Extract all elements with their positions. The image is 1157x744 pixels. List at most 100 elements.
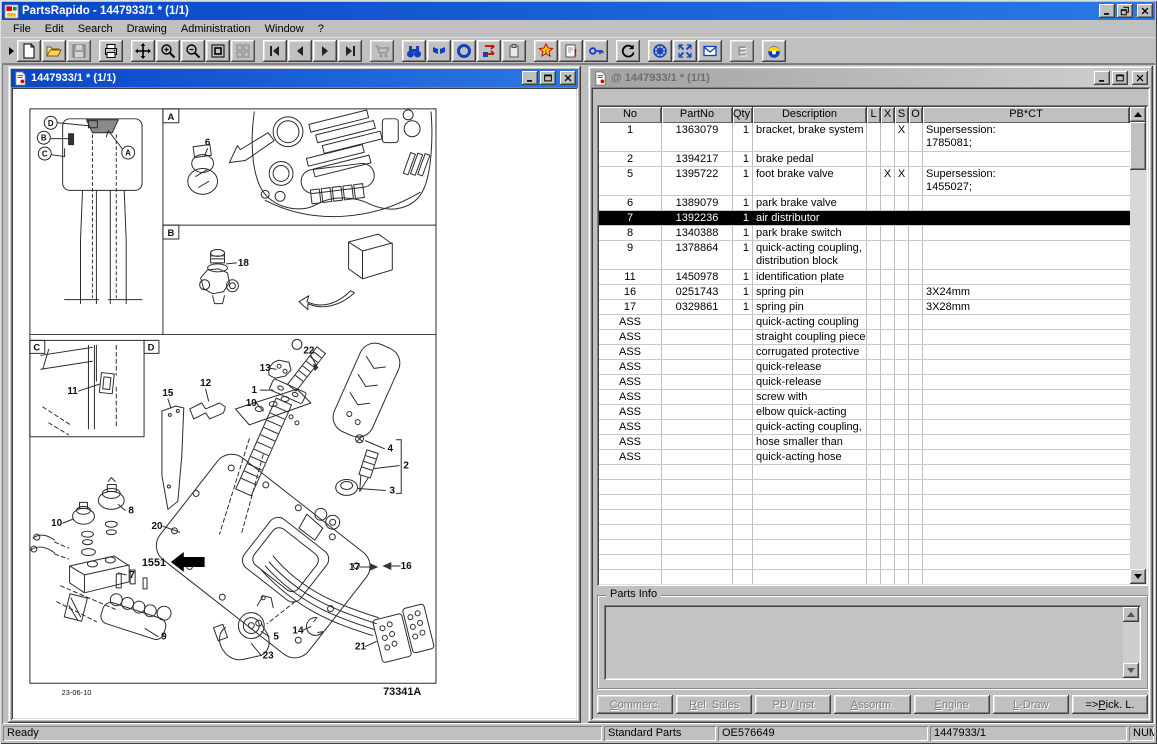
e-button[interactable]	[730, 40, 754, 62]
table-row[interactable]: 1114509781identification plate	[599, 270, 1130, 285]
table-row[interactable]: ASSquick-acting hose	[599, 450, 1130, 465]
table-row-empty[interactable]	[599, 480, 1130, 495]
action-engine-button[interactable]: Engine	[914, 695, 990, 714]
table-row-empty[interactable]	[599, 540, 1130, 555]
find-button[interactable]	[402, 40, 426, 62]
table-row-empty[interactable]	[599, 555, 1130, 570]
drawing-canvas[interactable]: ABCDDBCA61811151213119224231087920171614…	[11, 87, 578, 720]
menu-window[interactable]: Window	[258, 22, 311, 36]
fit-view-button[interactable]	[206, 40, 230, 62]
table-row[interactable]: ASSquick-acting coupling,	[599, 420, 1130, 435]
table-row[interactable]: ASSquick-release coupling,	[599, 375, 1130, 390]
scrollbar-thumb[interactable]	[1130, 122, 1146, 170]
new-button[interactable]	[17, 40, 41, 62]
expand-button[interactable]	[673, 40, 697, 62]
notes-button[interactable]	[559, 40, 583, 62]
next-page-button[interactable]	[313, 40, 337, 62]
action-assortm-button[interactable]: Assortm.	[834, 695, 910, 714]
key-button[interactable]	[584, 40, 608, 62]
table-row[interactable]: 813403881park brake switch	[599, 226, 1130, 241]
cart-button[interactable]	[370, 40, 394, 62]
table-row[interactable]: 913788641quick-acting coupling, distribu…	[599, 241, 1130, 270]
menu-search[interactable]: Search	[71, 22, 120, 36]
restore-button[interactable]	[1117, 4, 1133, 18]
menu-help[interactable]: ?	[311, 22, 331, 36]
drawing-close-button[interactable]	[560, 71, 576, 85]
menu-file[interactable]: File	[6, 22, 38, 36]
action-pickl-button[interactable]: =>Pick. L.	[1072, 695, 1148, 714]
table-row[interactable]: ASSelbow quick-acting	[599, 405, 1130, 420]
table-row[interactable]: ASSscrew with	[599, 390, 1130, 405]
table-row[interactable]: 113630791bracket, brake systemXSupersess…	[599, 123, 1130, 152]
column-header-no[interactable]: No	[599, 107, 662, 123]
scroll-down-button[interactable]	[1130, 569, 1146, 584]
drawing-minimize-button[interactable]	[522, 71, 538, 85]
table-row-empty[interactable]	[599, 570, 1130, 584]
menu-administration[interactable]: Administration	[174, 22, 258, 36]
table-row[interactable]: ASSquick-acting coupling	[599, 315, 1130, 330]
table-row-empty[interactable]	[599, 525, 1130, 540]
scroll-down-button[interactable]	[1123, 663, 1139, 678]
column-header-o[interactable]: O	[909, 107, 923, 123]
last-page-button[interactable]	[338, 40, 362, 62]
column-header-qty[interactable]: Qty	[733, 107, 753, 123]
parts-info-scrollbar[interactable]	[1123, 607, 1139, 678]
table-row[interactable]: ASSstraight coupling piece	[599, 330, 1130, 345]
tile-view-button[interactable]	[231, 40, 255, 62]
action-pbinst-button[interactable]: PB / Inst	[755, 695, 831, 714]
open-button[interactable]	[42, 40, 66, 62]
table-row-empty[interactable]	[599, 495, 1130, 510]
title-bar[interactable]: PartsRapido - 1447933/1 * (1/1)	[2, 2, 1155, 20]
clipboard-button[interactable]	[502, 40, 526, 62]
column-header-x[interactable]: X	[881, 107, 895, 123]
parts-info-content[interactable]	[604, 605, 1141, 680]
minimize-button[interactable]	[1099, 4, 1115, 18]
table-row[interactable]: 513957221foot brake valveXXSupersession:…	[599, 167, 1130, 196]
parts-maximize-button[interactable]	[1112, 71, 1128, 85]
column-header-desc[interactable]: Description	[753, 107, 867, 123]
circle-button[interactable]	[452, 40, 476, 62]
drawing-window-titlebar[interactable]: 1447933/1 * (1/1)	[11, 69, 578, 87]
column-header-l[interactable]: L	[867, 107, 881, 123]
column-header-s[interactable]: S	[895, 107, 909, 123]
action-ldraw-button[interactable]: L-Draw	[993, 695, 1069, 714]
scroll-up-button[interactable]	[1123, 607, 1139, 622]
zoom-out-button[interactable]	[181, 40, 205, 62]
column-header-pbct[interactable]: PB*CT	[923, 107, 1130, 123]
parts-minimize-button[interactable]	[1094, 71, 1110, 85]
table-scrollbar[interactable]	[1130, 107, 1146, 584]
action-relsales-button[interactable]: Rel. Sales	[676, 695, 752, 714]
refresh-button[interactable]	[616, 40, 640, 62]
export-button[interactable]	[477, 40, 501, 62]
menu-edit[interactable]: Edit	[38, 22, 71, 36]
table-row[interactable]: 213942171brake pedal	[599, 152, 1130, 167]
table-row[interactable]: ASScorrugated protective	[599, 345, 1130, 360]
globe-button[interactable]	[648, 40, 672, 62]
parts-window-titlebar[interactable]: @ 1447933/1 * (1/1)	[591, 69, 1150, 87]
column-header-part[interactable]: PartNo	[662, 107, 733, 123]
zoom-in-button[interactable]	[156, 40, 180, 62]
parts-close-button[interactable]	[1132, 71, 1148, 85]
table-row[interactable]: ASShose smaller than	[599, 435, 1130, 450]
pan-button[interactable]	[131, 40, 155, 62]
table-row[interactable]: 713922361air distributor	[599, 211, 1130, 226]
save-button[interactable]	[67, 40, 91, 62]
close-button[interactable]	[1137, 4, 1153, 18]
action-commerc-button[interactable]: Commerc.	[597, 695, 673, 714]
table-row-empty[interactable]	[599, 465, 1130, 480]
table-row[interactable]: 1602517431spring pin3X24mm	[599, 285, 1130, 300]
prev-page-button[interactable]	[288, 40, 312, 62]
star-info-button[interactable]	[534, 40, 558, 62]
drawing-maximize-button[interactable]	[540, 71, 556, 85]
mail-button[interactable]	[698, 40, 722, 62]
table-row[interactable]: 613890791park brake valve	[599, 196, 1130, 211]
table-row[interactable]: ASSquick-release coupling,	[599, 360, 1130, 375]
table-row[interactable]: 1703298611spring pin3X28mm	[599, 300, 1130, 315]
first-page-button[interactable]	[263, 40, 287, 62]
scroll-up-button[interactable]	[1130, 107, 1146, 122]
flag-button[interactable]	[427, 40, 451, 62]
table-row-empty[interactable]	[599, 510, 1130, 525]
menu-drawing[interactable]: Drawing	[120, 22, 174, 36]
brand-button[interactable]	[762, 40, 786, 62]
print-button[interactable]	[99, 40, 123, 62]
